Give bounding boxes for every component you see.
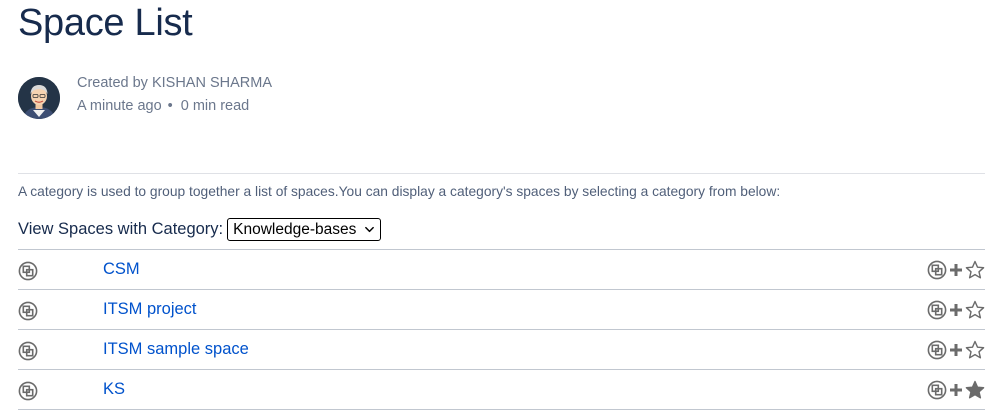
plus-icon[interactable] [949, 383, 963, 397]
space-row: CSM [18, 249, 985, 289]
space-row: KS [18, 369, 985, 410]
category-filter: View Spaces with Category: Knowledge-bas… [18, 218, 382, 241]
created-by: Created by KISHAN SHARMA [77, 75, 273, 91]
space-icon [18, 301, 38, 321]
star-outline-icon[interactable] [965, 260, 985, 280]
page-title: Space List [18, 2, 193, 44]
avatar[interactable] [18, 77, 60, 119]
time-ago[interactable]: A minute ago [77, 97, 162, 116]
watch-space-icon[interactable] [927, 340, 947, 360]
star-outline-icon[interactable] [965, 300, 985, 320]
space-link[interactable]: ITSM project [103, 300, 197, 319]
space-row: ITSM sample space [18, 329, 985, 369]
category-description: A category is used to group together a l… [18, 184, 781, 199]
space-icon [18, 381, 38, 401]
category-select[interactable]: Knowledge-bases [227, 218, 382, 241]
watch-space-icon[interactable] [927, 300, 947, 320]
byline: Created by KISHAN SHARMA A minute ago • … [18, 74, 272, 122]
category-select-value: Knowledge-bases [233, 220, 357, 238]
divider [18, 173, 985, 174]
space-link[interactable]: KS [103, 380, 125, 399]
space-list: CSM ITSM project ITSM sample space KS [18, 249, 985, 410]
byline-separator: • [167, 98, 173, 114]
star-outline-icon[interactable] [965, 340, 985, 360]
space-icon [18, 341, 38, 361]
watch-space-icon[interactable] [927, 380, 947, 400]
read-time: 0 min read [180, 98, 250, 114]
space-icon [18, 261, 38, 281]
plus-icon[interactable] [949, 263, 963, 277]
star-filled-icon[interactable] [965, 380, 985, 400]
space-row: ITSM project [18, 289, 985, 329]
space-link[interactable]: CSM [103, 260, 140, 279]
space-link[interactable]: ITSM sample space [103, 340, 249, 359]
category-filter-label: View Spaces with Category: [18, 220, 224, 238]
watch-space-icon[interactable] [927, 260, 947, 280]
plus-icon[interactable] [949, 343, 963, 357]
chevron-down-icon [365, 226, 375, 233]
plus-icon[interactable] [949, 303, 963, 317]
